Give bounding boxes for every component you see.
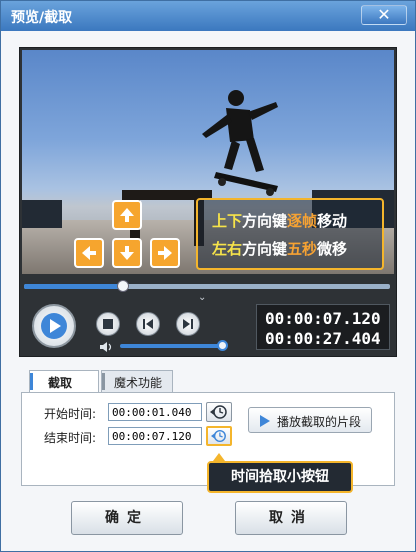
- play-clip-button[interactable]: 播放截取的片段: [248, 407, 372, 433]
- volume-icon[interactable]: [98, 340, 114, 354]
- current-time: 00:00:07.120: [265, 309, 381, 328]
- close-button[interactable]: ✕: [361, 5, 407, 25]
- volume-handle[interactable]: [216, 340, 228, 351]
- up-arrow-key: [112, 200, 142, 230]
- video-player: 上下方向键逐帧移动 左右方向键五秒微移 ⌄ 00:00:07.120 00:00…: [19, 47, 397, 357]
- hint-line-2: 左右方向键五秒微移: [212, 240, 348, 258]
- end-time-label: 结束时间:: [44, 431, 97, 445]
- play-icon: [260, 415, 270, 427]
- stop-button[interactable]: [96, 312, 120, 336]
- cancel-button[interactable]: 取消: [235, 501, 347, 535]
- window-title: 预览/截取: [11, 10, 73, 26]
- tab-accent: [30, 373, 33, 390]
- video-preview[interactable]: 上下方向键逐帧移动 左右方向键五秒微移: [22, 50, 394, 274]
- pick-button-callout: 时间拾取小按钮: [207, 461, 353, 493]
- keyboard-hint-box: 上下方向键逐帧移动 左右方向键五秒微移: [196, 198, 384, 270]
- left-arrow-key: [74, 238, 104, 268]
- tab-accent: [102, 373, 105, 390]
- down-arrow-key: [112, 238, 142, 268]
- seek-bar[interactable]: [24, 280, 390, 292]
- start-time-pick-button[interactable]: [206, 402, 232, 422]
- end-time-pick-button[interactable]: [206, 426, 232, 446]
- time-display: 00:00:07.120 00:00:27.404: [256, 304, 390, 350]
- tab-magic[interactable]: 魔术功能: [101, 370, 173, 393]
- prev-frame-button[interactable]: [136, 312, 160, 336]
- volume-slider[interactable]: [120, 344, 223, 348]
- seek-progress-fill: [24, 284, 123, 289]
- end-time-input[interactable]: [108, 427, 202, 445]
- start-time-label: 开始时间:: [44, 407, 97, 421]
- stop-icon: [103, 319, 113, 329]
- next-frame-icon: [183, 319, 193, 329]
- tab-clip[interactable]: 截取: [29, 370, 99, 394]
- seek-handle[interactable]: [116, 280, 129, 292]
- title-bar: 预览/截取 ✕: [1, 1, 415, 31]
- start-time-input[interactable]: [108, 403, 202, 421]
- video-building: [22, 200, 62, 228]
- play-clip-label: 播放截取的片段: [277, 415, 362, 429]
- clock-pick-icon: [210, 405, 227, 419]
- skater-figure: [202, 90, 278, 196]
- play-icon: [41, 313, 67, 339]
- ok-button[interactable]: 确定: [71, 501, 183, 535]
- next-frame-button[interactable]: [176, 312, 200, 336]
- tab-magic-label: 魔术功能: [114, 376, 163, 390]
- callout-pointer: [213, 453, 225, 461]
- total-time: 00:00:27.404: [265, 329, 381, 348]
- play-button[interactable]: [32, 304, 76, 348]
- hint-line-1: 上下方向键逐帧移动: [212, 212, 348, 230]
- prev-frame-icon: [143, 319, 153, 329]
- tab-clip-label: 截取: [48, 376, 73, 390]
- chevron-down-icon[interactable]: ⌄: [198, 292, 206, 303]
- dialog-window: 预览/截取 ✕ 上下方向键逐帧移动 左右方向键五秒微移 ⌄ 00:00:07.1…: [0, 0, 416, 552]
- clock-pick-icon: [211, 429, 226, 443]
- right-arrow-key: [150, 238, 180, 268]
